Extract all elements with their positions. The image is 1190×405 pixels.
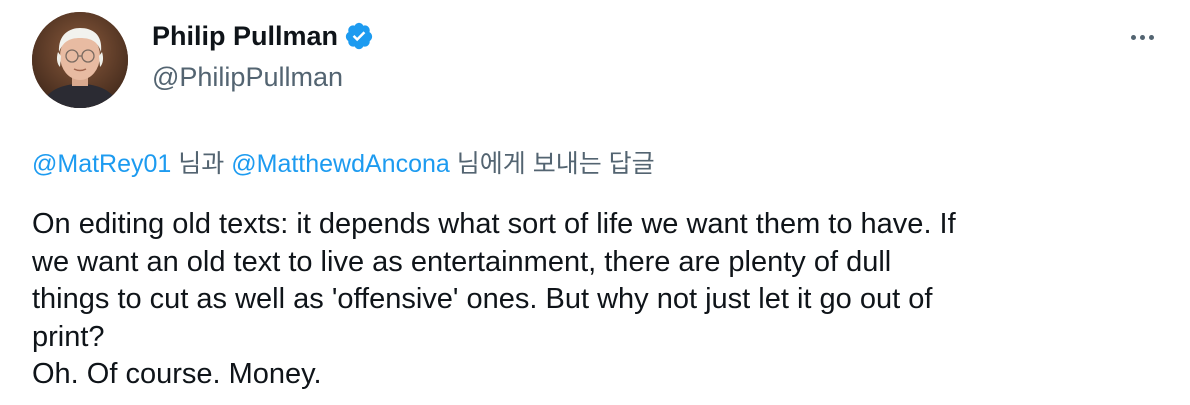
avatar-image — [32, 12, 128, 108]
avatar[interactable] — [32, 12, 128, 108]
reply-context-suffix: 님에게 보내는 답글 — [449, 150, 655, 178]
tweet-text-line: On editing old texts: it depends what so… — [32, 208, 956, 240]
tweet-card: Philip Pullman @PhilipPullman @MatRey01 … — [0, 0, 1190, 405]
mention-link[interactable]: @MatRey01 — [32, 150, 171, 178]
mention-link[interactable]: @MatthewdAncona — [231, 150, 450, 178]
reply-context: @MatRey01 님과 @MatthewdAncona 님에게 보내는 답글 — [32, 144, 655, 180]
name-row: Philip Pullman — [152, 18, 374, 54]
more-options-button[interactable] — [1122, 22, 1162, 52]
tweet-text: On editing old texts: it depends what so… — [32, 206, 1162, 394]
reply-context-connector: 님과 — [171, 150, 232, 178]
more-options-icon-dot — [1148, 34, 1154, 40]
display-name[interactable]: Philip Pullman — [152, 21, 338, 52]
user-handle[interactable]: @PhilipPullman — [152, 62, 374, 93]
tweet-text-line: print? — [32, 320, 105, 353]
more-options-icon — [1130, 34, 1136, 40]
more-options-icon-dot — [1139, 34, 1145, 40]
tweet-text-line: Oh. Of course. Money. — [32, 358, 322, 390]
tweet-text-line: things to cut as well as 'offensive' one… — [32, 283, 933, 315]
tweet-text-line: we want an old text to live as entertain… — [32, 245, 892, 278]
author-info: Philip Pullman @PhilipPullman — [152, 18, 374, 93]
verified-badge-icon[interactable] — [344, 21, 374, 51]
